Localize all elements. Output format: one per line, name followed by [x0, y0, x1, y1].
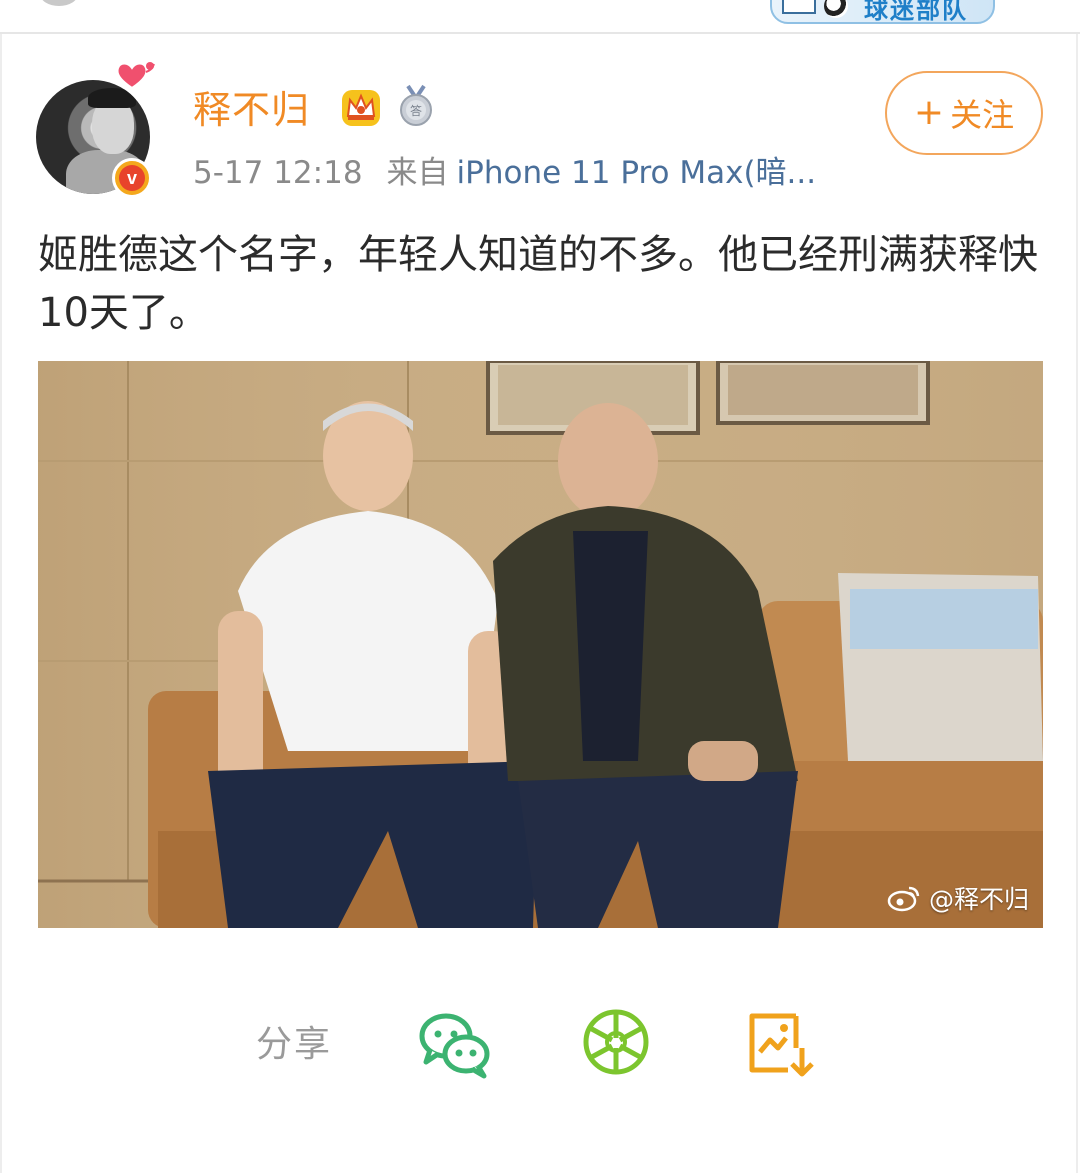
verified-badge-icon: v [112, 158, 152, 198]
plus-icon: + [913, 92, 945, 133]
moments-icon[interactable] [580, 1008, 656, 1080]
username[interactable]: 释不归 [193, 82, 310, 138]
share-label: 分享 [256, 1024, 333, 1065]
medal-icon: 答 [400, 84, 432, 126]
follow-button[interactable]: + 关注 [885, 71, 1043, 155]
device-source-link[interactable]: iPhone 11 Pro Max(暗... [457, 155, 817, 191]
svg-text:答: 答 [410, 103, 422, 118]
crown-icon [342, 90, 380, 126]
post-time: 5-17 12:18 [193, 155, 363, 191]
post-photo[interactable]: @释不归 [38, 361, 1043, 928]
post-meta: 5-17 12:18 来自 iPhone 11 Pro Max(暗... [193, 150, 816, 196]
source-prefix: 来自 [386, 155, 449, 191]
divider [0, 32, 1080, 34]
photo-illustration [38, 361, 1043, 928]
heart-decoration-icon [116, 62, 155, 90]
right-border [1076, 34, 1078, 1173]
wechat-icon[interactable] [416, 1008, 492, 1080]
weibo-logo-icon [887, 886, 920, 912]
follow-label: 关注 [950, 96, 1015, 134]
watermark-text: @释不归 [928, 885, 1029, 914]
photo-watermark: @释不归 [887, 880, 1029, 916]
post-text: 姬胜德这个名字，年轻人知道的不多。他已经刑满获释快10天了。 [38, 232, 1038, 336]
cropped-fan-badge: 球迷部队 [770, 0, 995, 24]
save-image-icon[interactable] [744, 1008, 820, 1080]
left-border [0, 34, 2, 1173]
